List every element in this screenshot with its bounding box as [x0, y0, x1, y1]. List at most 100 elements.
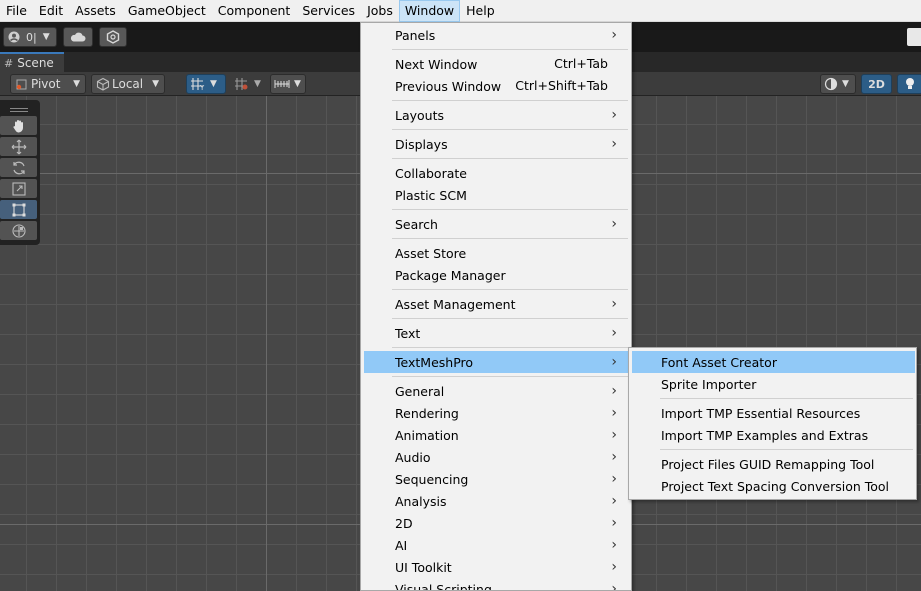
window-menu: Panels › Next Window Ctrl+Tab Previous Win…: [360, 22, 632, 591]
menu-item-label: Analysis: [395, 493, 447, 509]
pivot-dropdown[interactable]: Pivot ▼: [10, 74, 86, 94]
menu-item-label: UI Toolkit: [395, 559, 452, 575]
menu-item-2d[interactable]: 2D ›: [364, 512, 628, 534]
menu-edit[interactable]: Edit: [33, 0, 69, 22]
menu-item-shortcut: Ctrl+Shift+Tab: [515, 78, 608, 93]
rotate-tool[interactable]: [0, 158, 37, 177]
menu-item-displays[interactable]: Displays ›: [364, 133, 628, 155]
play-controls-edge[interactable]: [907, 28, 921, 46]
menu-window[interactable]: Window: [398, 0, 461, 22]
menu-item-label: 2D: [395, 515, 413, 531]
menu-item-analysis[interactable]: Analysis ›: [364, 490, 628, 512]
lighting-toggle[interactable]: [897, 74, 921, 94]
menu-item-next-window[interactable]: Next Window Ctrl+Tab: [364, 53, 628, 75]
menu-item-previous-window[interactable]: Previous Window Ctrl+Shift+Tab: [364, 75, 628, 97]
chevron-right-icon: ›: [611, 493, 617, 509]
menu-item-collaborate[interactable]: Collaborate: [364, 162, 628, 184]
menu-item-package-manager[interactable]: Package Manager: [364, 264, 628, 286]
menu-separator: [392, 318, 628, 319]
menu-item-ui-toolkit[interactable]: UI Toolkit ›: [364, 556, 628, 578]
menu-item-text[interactable]: Text ›: [364, 322, 628, 344]
grid-snap-toggle[interactable]: Y ▼: [186, 74, 226, 94]
menu-item-font-asset-creator[interactable]: Font Asset Creator: [632, 351, 915, 373]
menu-help[interactable]: Help: [460, 0, 501, 22]
chevron-down-icon: ▼: [842, 79, 849, 89]
cloud-button[interactable]: [63, 27, 93, 47]
menu-item-import-tmp-essential[interactable]: Import TMP Essential Resources: [632, 402, 915, 424]
menu-item-label: Rendering: [395, 405, 459, 421]
menu-item-label: Plastic SCM: [395, 187, 467, 203]
chevron-down-icon: ▼: [73, 79, 80, 89]
menu-item-ai[interactable]: AI ›: [364, 534, 628, 556]
chevron-right-icon: ›: [611, 216, 617, 232]
menu-item-plastic-scm[interactable]: Plastic SCM: [364, 184, 628, 206]
menu-jobs[interactable]: Jobs: [361, 0, 399, 22]
menu-item-import-tmp-examples[interactable]: Import TMP Examples and Extras: [632, 424, 915, 446]
chevron-right-icon: ›: [611, 107, 617, 123]
chevron-right-icon: ›: [611, 537, 617, 553]
draw-mode-dropdown[interactable]: ▼: [820, 74, 856, 94]
menu-item-animation[interactable]: Animation ›: [364, 424, 628, 446]
tab-scene-label: Scene: [17, 56, 54, 70]
menu-item-visual-scripting[interactable]: Visual Scripting ›: [364, 578, 628, 591]
menu-item-label: Collaborate: [395, 165, 467, 181]
rotate-icon: [12, 161, 25, 174]
account-dropdown[interactable]: 0| ▼: [3, 27, 57, 47]
menu-item-rendering[interactable]: Rendering ›: [364, 402, 628, 424]
menu-assets[interactable]: Assets: [69, 0, 122, 22]
menu-item-shortcut: Ctrl+Tab: [554, 56, 608, 71]
menu-item-search[interactable]: Search ›: [364, 213, 628, 235]
menu-separator: [392, 100, 628, 101]
drag-handle[interactable]: [0, 103, 37, 116]
menu-item-label: Project Text Spacing Conversion Tool: [661, 478, 890, 494]
scale-tool[interactable]: [0, 179, 37, 198]
scale-icon: [11, 181, 26, 196]
mode-2d-toggle[interactable]: 2D: [861, 74, 892, 94]
menu-item-text-spacing-conversion-tool[interactable]: Project Text Spacing Conversion Tool: [632, 475, 915, 497]
ruler-icon: [274, 80, 290, 88]
menu-item-sprite-importer[interactable]: Sprite Importer: [632, 373, 915, 395]
menu-item-sequencing[interactable]: Sequencing ›: [364, 468, 628, 490]
increment-snap-toggle[interactable]: ▼: [230, 74, 266, 94]
menu-item-label: Asset Management: [395, 296, 516, 312]
menu-item-textmeshpro[interactable]: TextMeshPro ›: [364, 351, 628, 373]
menu-file[interactable]: File: [0, 0, 33, 22]
menu-item-asset-management[interactable]: Asset Management ›: [364, 293, 628, 315]
collab-icon: [106, 30, 120, 44]
chevron-right-icon: ›: [611, 354, 617, 370]
menu-item-asset-store[interactable]: Asset Store: [364, 242, 628, 264]
rect-transform-icon: [12, 203, 25, 216]
grid-major-line: [266, 96, 267, 591]
ruler-toggle[interactable]: ▼: [270, 74, 306, 94]
chevron-right-icon: ›: [611, 515, 617, 531]
tools-overlay: [0, 100, 40, 245]
move-tool[interactable]: [0, 137, 37, 156]
collab-button[interactable]: [99, 27, 127, 47]
shading-icon: [824, 77, 838, 91]
local-dropdown[interactable]: Local ▼: [91, 74, 165, 94]
menu-item-layouts[interactable]: Layouts ›: [364, 104, 628, 126]
menu-separator: [392, 238, 628, 239]
menu-gameobject[interactable]: GameObject: [122, 0, 212, 22]
transform-tool[interactable]: [0, 221, 37, 240]
menu-separator: [392, 289, 628, 290]
hand-tool[interactable]: [0, 116, 37, 135]
chevron-down-icon: ▼: [152, 79, 159, 89]
menu-services[interactable]: Services: [296, 0, 361, 22]
menu-item-label: Package Manager: [395, 267, 506, 283]
menu-separator: [392, 376, 628, 377]
menu-separator: [392, 347, 628, 348]
menu-item-general[interactable]: General ›: [364, 380, 628, 402]
chevron-right-icon: ›: [611, 405, 617, 421]
svg-text:Y: Y: [199, 84, 205, 91]
chevron-right-icon: ›: [611, 581, 617, 591]
menu-component[interactable]: Component: [212, 0, 297, 22]
menu-item-label: TextMeshPro: [395, 354, 474, 370]
menu-item-label: Import TMP Essential Resources: [661, 405, 861, 421]
tab-scene[interactable]: # Scene: [0, 52, 64, 72]
hand-icon: [12, 119, 23, 133]
menu-item-audio[interactable]: Audio ›: [364, 446, 628, 468]
menu-item-panels[interactable]: Panels ›: [364, 24, 628, 46]
rect-tool[interactable]: [0, 200, 37, 219]
menu-item-guid-remapping-tool[interactable]: Project Files GUID Remapping Tool: [632, 453, 915, 475]
